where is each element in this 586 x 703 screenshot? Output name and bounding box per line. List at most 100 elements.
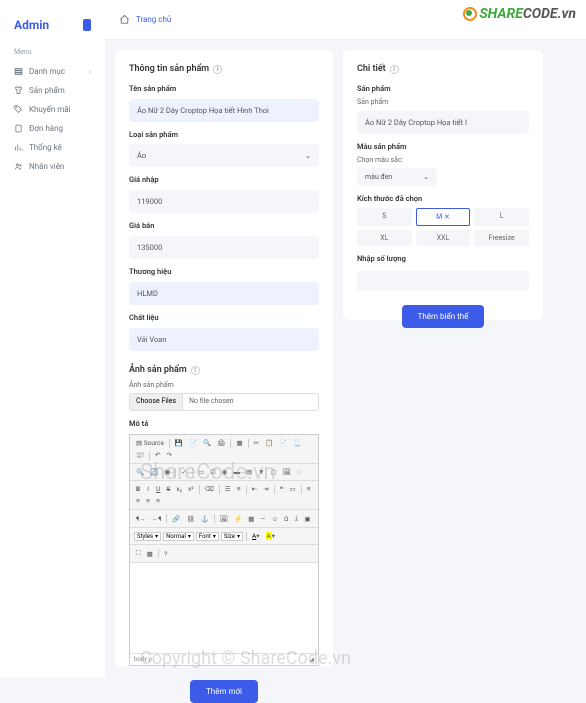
breadcrumb[interactable]: Trang chủ xyxy=(119,14,171,25)
align-right-icon[interactable]: ≡ xyxy=(144,496,152,506)
copy-icon[interactable]: 📋 xyxy=(263,438,275,448)
sidebar-item-product[interactable]: Sản phẩm xyxy=(0,81,105,100)
numlist-icon[interactable]: ☰ xyxy=(223,484,233,494)
checkbox-icon[interactable]: ☑ xyxy=(208,467,218,477)
align-left-icon[interactable]: ≡ xyxy=(305,484,313,494)
size-option-s[interactable]: S xyxy=(357,208,412,226)
outdent-icon[interactable]: ⇤ xyxy=(250,484,259,494)
rtl-icon[interactable]: ←¶ xyxy=(150,514,164,524)
undo-icon[interactable]: ↶ xyxy=(153,450,162,460)
iframe-icon[interactable]: ▣ xyxy=(302,514,312,524)
indent-icon[interactable]: ⇥ xyxy=(261,484,270,494)
sidebar-item-label: Sản phẩm xyxy=(29,86,65,95)
link-icon[interactable]: 🔗 xyxy=(170,514,182,524)
justify-icon[interactable]: ≡ xyxy=(154,496,162,506)
font-select[interactable]: Font ▾ xyxy=(196,532,219,541)
size-option-freesize[interactable]: Freesize xyxy=(474,230,529,246)
styles-select[interactable]: Styles ▾ xyxy=(134,532,161,541)
file-input[interactable]: Choose Files No file chosen xyxy=(129,393,319,411)
special-char-icon[interactable]: Ω xyxy=(282,514,290,524)
sidebar-item-stats[interactable]: Thống kê xyxy=(0,138,105,157)
editor-content-area[interactable] xyxy=(130,563,318,653)
blocks-icon[interactable]: ▦ xyxy=(145,549,155,559)
paste-icon[interactable]: 📄 xyxy=(277,438,289,448)
bold-icon[interactable]: B xyxy=(134,484,142,494)
detail-product-input[interactable] xyxy=(357,111,529,134)
cut-icon[interactable]: ✂ xyxy=(252,438,261,448)
align-center-icon[interactable]: ≡ xyxy=(134,496,142,506)
ltr-icon[interactable]: ¶→ xyxy=(134,514,148,524)
size-option-l[interactable]: L xyxy=(474,208,529,226)
size-option-m[interactable]: M ✕ xyxy=(416,208,471,226)
print-icon[interactable]: 🖨 xyxy=(215,438,227,448)
select-icon[interactable]: ▼ xyxy=(256,467,266,477)
templates-icon[interactable]: ▦ xyxy=(234,438,244,448)
type-select[interactable]: Áo ⌄ xyxy=(129,144,319,167)
choose-files-button[interactable]: Choose Files xyxy=(130,394,183,410)
remove-format-icon[interactable]: ⌫ xyxy=(203,484,216,494)
bg-color-icon[interactable]: A▾ xyxy=(264,531,278,541)
qty-input[interactable] xyxy=(357,271,529,291)
image-button-icon[interactable]: 🖼 xyxy=(281,467,293,477)
unlink-icon[interactable]: ⛓ xyxy=(184,514,196,524)
button-icon[interactable]: ▢ xyxy=(269,467,279,477)
textfield-icon[interactable]: ▬ xyxy=(231,467,242,477)
italic-icon[interactable]: I xyxy=(144,484,152,494)
anchor-icon[interactable]: ⚓ xyxy=(199,514,211,524)
source-button[interactable]: ▤ Source xyxy=(134,438,166,448)
name-input[interactable] xyxy=(129,99,319,122)
flash-icon[interactable]: ⚡ xyxy=(232,514,244,524)
material-input[interactable] xyxy=(129,328,319,351)
hr-icon[interactable]: — xyxy=(258,514,267,524)
redo-icon[interactable]: ↷ xyxy=(165,450,174,460)
import-input[interactable] xyxy=(129,190,319,213)
price-input[interactable] xyxy=(129,236,319,259)
editor-toolbar-row6: ⛶ ▦ ? xyxy=(130,545,318,563)
sidebar-item-promotion[interactable]: Khuyến mãi xyxy=(0,100,105,119)
submit-button[interactable]: Thêm mới xyxy=(190,680,258,703)
text-color-icon[interactable]: A▾ xyxy=(250,531,262,541)
select-all-icon[interactable]: ▣ xyxy=(162,467,172,477)
strike-icon[interactable]: S xyxy=(164,484,172,494)
replace-icon[interactable]: 🔄 xyxy=(148,467,160,477)
resize-handle-icon[interactable]: ◢ xyxy=(309,656,314,663)
save-icon[interactable]: 💾 xyxy=(173,438,185,448)
radio-icon[interactable]: ◉ xyxy=(220,467,230,477)
pagebreak-icon[interactable]: ⤓ xyxy=(292,513,300,524)
sub-icon[interactable]: x₂ xyxy=(174,484,184,494)
info-icon[interactable]: i xyxy=(390,65,399,74)
sup-icon[interactable]: x² xyxy=(186,484,196,494)
underline-icon[interactable]: U xyxy=(154,484,162,494)
paste-word-icon[interactable]: 📰 xyxy=(134,450,146,460)
sidebar-item-staff[interactable]: Nhân viên xyxy=(0,157,105,176)
close-icon[interactable]: ✕ xyxy=(444,213,450,221)
preview-icon[interactable]: 🔍 xyxy=(201,438,213,448)
smiley-icon[interactable]: ☺ xyxy=(269,514,280,524)
size-option-xl[interactable]: XL xyxy=(357,230,412,246)
form-icon[interactable]: ▭ xyxy=(196,467,206,477)
hidden-icon[interactable]: ◌ xyxy=(295,467,303,477)
image-icon[interactable]: 🖼 xyxy=(218,514,230,524)
find-icon[interactable]: 🔍 xyxy=(134,467,146,477)
textarea-icon[interactable]: ▤ xyxy=(244,467,254,477)
paste-text-icon[interactable]: 📃 xyxy=(291,438,303,448)
sidebar-item-category[interactable]: Danh mục › xyxy=(0,62,105,81)
bullist-icon[interactable]: ≡ xyxy=(235,484,243,494)
quote-icon[interactable]: ❝ xyxy=(278,484,286,494)
info-icon[interactable]: i xyxy=(191,366,200,375)
add-variant-button[interactable]: Thêm biến thể xyxy=(402,305,485,328)
info-icon[interactable]: i xyxy=(213,65,222,74)
format-select[interactable]: Normal ▾ xyxy=(163,532,194,541)
about-icon[interactable]: ? xyxy=(162,549,170,559)
new-icon[interactable]: 📄 xyxy=(187,438,199,448)
div-icon[interactable]: ▭ xyxy=(288,484,298,494)
brand-input[interactable] xyxy=(129,282,319,305)
color-label: Màu sản phẩm xyxy=(357,142,529,151)
table-icon[interactable]: ▦ xyxy=(246,514,256,524)
color-select[interactable]: màu đen ⌄ xyxy=(357,168,437,186)
size-select[interactable]: Size ▾ xyxy=(221,532,243,541)
maximize-icon[interactable]: ⛶ xyxy=(134,548,143,559)
sidebar-item-order[interactable]: Đơn hàng xyxy=(0,119,105,138)
spell-icon[interactable]: ✓ xyxy=(179,467,188,477)
size-option-xxl[interactable]: XXL xyxy=(416,230,471,246)
